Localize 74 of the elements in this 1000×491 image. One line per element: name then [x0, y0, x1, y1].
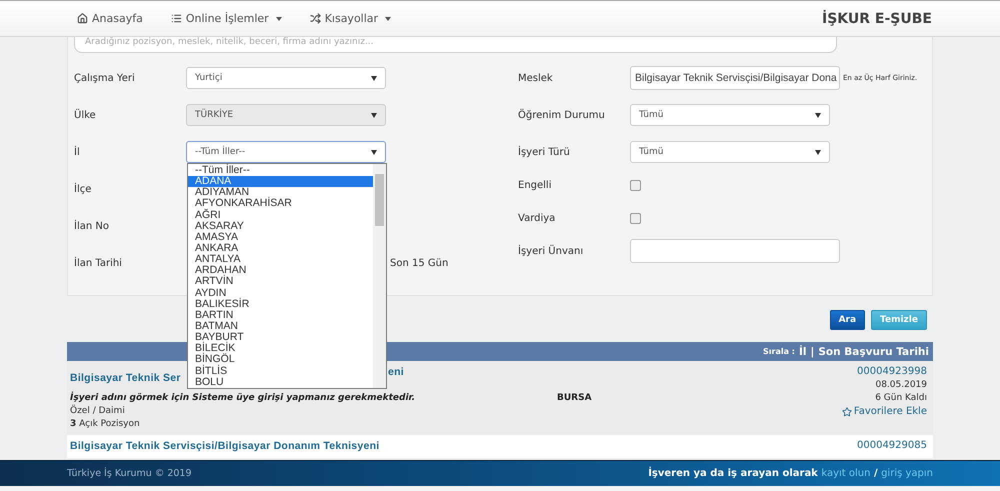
- dropdown-option[interactable]: ANKARA: [188, 242, 373, 254]
- job-title-link[interactable]: eni: [388, 366, 404, 385]
- dropdown-option[interactable]: BALIKESİR: [188, 298, 373, 310]
- field-label: İlçe: [74, 184, 92, 194]
- dropdown-option[interactable]: AYDIN: [188, 288, 373, 299]
- caret-icon: [385, 16, 392, 20]
- action-button[interactable]: Ara: [830, 310, 866, 330]
- text-field[interactable]: Bilgisayar Teknik Servisçisi/Bilgisayar Dona: [630, 66, 840, 90]
- field-label: Engelli: [518, 180, 552, 190]
- field-label: Öğrenim Durumu: [518, 110, 606, 120]
- text-field[interactable]: [630, 239, 840, 263]
- nav-link[interactable]: Kısayollar: [310, 12, 392, 25]
- caret-icon: [276, 16, 282, 20]
- days-left: 6 Gün Kaldı: [875, 393, 927, 403]
- employer-note: İşyeri adını görmek için Sisteme üye girişi yapmanız gerekmektedir.: [70, 393, 416, 403]
- nav-link[interactable]: Online İşlemler: [170, 12, 282, 25]
- dropdown-option[interactable]: --Tüm İller--: [188, 165, 373, 176]
- field-label: Ülke: [74, 110, 97, 120]
- city-text: BURSA: [557, 392, 593, 402]
- scrollbar[interactable]: [373, 164, 386, 388]
- dropdown-option[interactable]: BAYBURT: [188, 332, 373, 344]
- field-label: Meslek: [518, 72, 554, 84]
- dropdown-option[interactable]: ANTALYA: [188, 254, 373, 266]
- shuffle-icon: [310, 13, 321, 24]
- open-positions: 3 Açık Pozisyon: [70, 419, 141, 429]
- dropdown-option[interactable]: ARTVİN: [188, 276, 373, 288]
- select-field[interactable]: Yurtiçi: [186, 67, 386, 89]
- radio-label: Son 15 Gün: [390, 258, 448, 268]
- deadline-date: 08.05.2019: [875, 380, 927, 390]
- dropdown-option[interactable]: ADIYAMAN: [188, 187, 373, 198]
- caret-icon: [371, 150, 377, 154]
- checkbox[interactable]: [630, 212, 641, 224]
- site-title: İŞKUR E-ŞUBE: [822, 10, 932, 26]
- dropdown-option[interactable]: AKSARAY: [188, 220, 373, 232]
- listing-number-link[interactable]: 00004929085: [857, 440, 927, 451]
- caret-icon: [371, 76, 377, 80]
- dropdown-option[interactable]: ADANA: [188, 176, 373, 188]
- signup-prompt: İşveren ya da iş arayan olarak kayıt olun / giriş yapın: [648, 468, 933, 479]
- select-field[interactable]: Tümü: [630, 141, 830, 163]
- dropdown-option[interactable]: BARTIN: [188, 310, 373, 321]
- field-label: Vardiya: [518, 212, 556, 224]
- sort-link[interactable]: İl: [799, 346, 807, 358]
- dropdown-option[interactable]: AMASYA: [188, 232, 373, 243]
- listing-number-link[interactable]: 00004923998: [857, 366, 927, 377]
- field-label: İşyeri Türü: [518, 146, 571, 158]
- select-field[interactable]: Tümü: [630, 104, 830, 126]
- caret-icon: [815, 150, 821, 154]
- dropdown-option[interactable]: BATMAN: [188, 320, 373, 332]
- field-label: İlan No: [74, 220, 110, 232]
- dropdown-option[interactable]: BİNGÖL: [188, 354, 373, 366]
- sort-label: Sırala :: [763, 347, 796, 356]
- separator: |: [810, 346, 814, 358]
- nav-link[interactable]: Anasayfa: [77, 12, 143, 25]
- copyright-text: Türkiye İş Kurumu © 2019: [67, 468, 192, 479]
- dropdown-option[interactable]: BOLU: [188, 376, 373, 388]
- sort-link[interactable]: Son Başvuru Tarihi: [818, 346, 929, 358]
- dropdown-option[interactable]: BİTLİS: [188, 366, 373, 377]
- star-icon: [842, 406, 852, 416]
- list-icon: [170, 13, 182, 24]
- job-title-link[interactable]: Bilgisayar Teknik Ser: [70, 372, 181, 384]
- favorite-link[interactable]: Favorilere Ekle: [842, 406, 927, 417]
- field-label: Çalışma Yeri: [74, 72, 136, 84]
- dropdown-option[interactable]: AFYONKARAHİSAR: [188, 198, 373, 210]
- home-icon: [77, 13, 88, 24]
- caret-icon: [815, 112, 821, 118]
- dropdown-option[interactable]: AĞRI: [188, 210, 373, 221]
- caret-icon: [371, 112, 377, 118]
- job-title-link[interactable]: Bilgisayar Teknik Servisçisi/Bilgisayar Donanım Teknisyeni: [70, 440, 557, 452]
- field-label: İl: [74, 146, 81, 158]
- field-label: İlan Tarihi: [74, 258, 123, 268]
- dropdown-option[interactable]: ARDAHAN: [188, 265, 373, 276]
- field-label: İşyeri Ünvanı: [518, 246, 584, 256]
- job-type: Özel / Daimi: [70, 406, 126, 416]
- checkbox[interactable]: [630, 180, 641, 190]
